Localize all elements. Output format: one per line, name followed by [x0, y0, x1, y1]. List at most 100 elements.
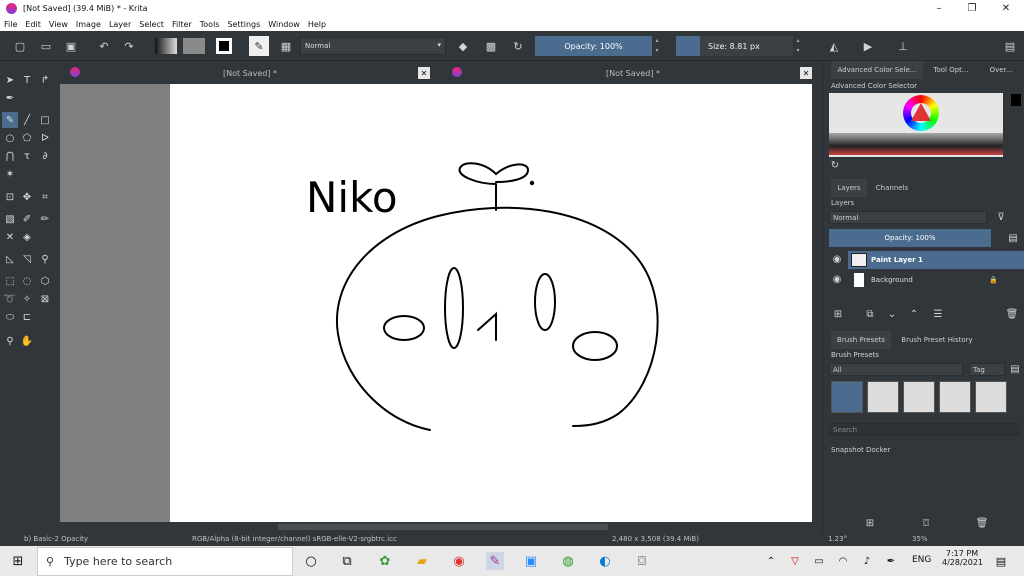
- tab-advanced-color-selector[interactable]: Advanced Color Sele...: [831, 61, 923, 79]
- preset-menu-icon[interactable]: ▤: [1009, 363, 1021, 375]
- menu-image[interactable]: Image: [76, 20, 101, 29]
- tag-select[interactable]: Tag: [969, 363, 1005, 376]
- mirror-vertical-icon[interactable]: ▶: [860, 38, 876, 54]
- color-picker-tool-icon[interactable]: ✐: [19, 211, 35, 227]
- minimize-button[interactable]: –: [922, 0, 956, 17]
- color-shade-strip[interactable]: [829, 133, 1003, 155]
- crop-tool-icon[interactable]: ⊡: [2, 189, 18, 205]
- new-document-icon[interactable]: ▢: [12, 38, 28, 54]
- antivirus-icon[interactable]: ▽: [786, 552, 804, 570]
- freehand-select-tool-icon[interactable]: ➰: [2, 291, 18, 307]
- gradient-swatch[interactable]: [155, 38, 177, 54]
- battery-icon[interactable]: ▭: [810, 552, 828, 570]
- alpha-lock-icon[interactable]: ▩: [483, 38, 499, 54]
- color-selector[interactable]: [829, 93, 1003, 157]
- rectangle-tool-icon[interactable]: □: [37, 112, 53, 128]
- similar-select-tool-icon[interactable]: ⊠: [37, 291, 53, 307]
- brush-preset-3[interactable]: [903, 381, 935, 413]
- tab-brush-presets[interactable]: Brush Presets: [831, 331, 891, 349]
- menu-settings[interactable]: Settings: [227, 20, 260, 29]
- bezier-tool-icon[interactable]: ⋂: [2, 148, 18, 164]
- tab-channels[interactable]: Channels: [871, 179, 913, 197]
- menu-filter[interactable]: Filter: [172, 20, 192, 29]
- brush-preset-2[interactable]: [867, 381, 899, 413]
- lock-icon[interactable]: 🔒: [989, 276, 998, 284]
- chrome-alt-icon[interactable]: ◉: [450, 552, 468, 570]
- camera-app-icon[interactable]: ⌼: [633, 552, 651, 570]
- move-layer-down-icon[interactable]: ⌄: [885, 307, 899, 321]
- layer-properties-icon[interactable]: ☰: [931, 307, 945, 321]
- tab-document-2[interactable]: [Not Saved] *: [468, 63, 798, 83]
- close-tab-2-button[interactable]: ✕: [800, 67, 812, 79]
- delete-snapshot-icon[interactable]: 🗑: [975, 516, 989, 530]
- layer-opacity-slider[interactable]: Opacity: 100%: [829, 229, 991, 247]
- eye-visible-icon[interactable]: ◉: [831, 253, 843, 265]
- zoom-app-icon[interactable]: ▣: [522, 552, 540, 570]
- smart-patch-tool-icon[interactable]: ✕: [2, 229, 18, 245]
- layer-row-background[interactable]: Background 🔒: [848, 271, 1024, 289]
- layer-row-paint-layer-1[interactable]: Paint Layer 1: [848, 251, 1024, 269]
- select-shapes-tool-icon[interactable]: ➤: [2, 72, 18, 88]
- drawing-canvas[interactable]: Niko: [178, 84, 812, 522]
- save-icon[interactable]: ▣: [63, 38, 79, 54]
- task-view-icon[interactable]: ⧉: [338, 552, 356, 570]
- calligraphy-tool-icon[interactable]: ✒: [2, 90, 18, 106]
- polygon-tool-icon[interactable]: ⬠: [19, 130, 35, 146]
- language-indicator[interactable]: ENG: [912, 555, 931, 565]
- assistant-tool-icon[interactable]: ◹: [19, 251, 35, 267]
- redo-icon[interactable]: ↷: [121, 38, 137, 54]
- move-tool-icon[interactable]: ✥: [19, 189, 35, 205]
- rect-select-tool-icon[interactable]: ⬚: [2, 273, 18, 289]
- zoom-tool-icon[interactable]: ⚲: [2, 333, 18, 349]
- tab-overview[interactable]: Over...: [981, 61, 1021, 79]
- menu-layer[interactable]: Layer: [109, 20, 131, 29]
- eye-visible-icon[interactable]: ◉: [831, 273, 843, 285]
- docker-menu-icon[interactable]: ▤: [1002, 38, 1018, 54]
- krita-taskbar-icon[interactable]: ✎: [486, 552, 504, 570]
- color-hue-ring[interactable]: [903, 95, 939, 131]
- wifi-icon[interactable]: ◠: [834, 552, 852, 570]
- reload-preset-icon[interactable]: ↻: [510, 38, 526, 54]
- ellipse-select-tool-icon[interactable]: ◌: [19, 273, 35, 289]
- colorize-mask-tool-icon[interactable]: ✏: [37, 211, 53, 227]
- menu-view[interactable]: View: [49, 20, 68, 29]
- chevron-up-icon[interactable]: ⌃: [762, 552, 780, 570]
- measure-tool-icon[interactable]: ◺: [2, 251, 18, 267]
- freehand-brush-tool-icon[interactable]: ✎: [2, 112, 18, 128]
- menu-window[interactable]: Window: [268, 20, 300, 29]
- add-layer-icon[interactable]: ⊞: [831, 307, 845, 321]
- transform-tool-icon[interactable]: ⌗: [37, 189, 53, 205]
- brush-preset-5[interactable]: [975, 381, 1007, 413]
- cortana-icon[interactable]: ○: [302, 552, 320, 570]
- file-explorer-icon[interactable]: ▰: [413, 552, 431, 570]
- close-tab-1-button[interactable]: ✕: [418, 67, 430, 79]
- move-layer-up-icon[interactable]: ⌃: [907, 307, 921, 321]
- polygon-select-tool-icon[interactable]: ⬡: [37, 273, 53, 289]
- freehand-path-tool-icon[interactable]: τ: [19, 148, 35, 164]
- volume-icon[interactable]: ♪: [858, 552, 876, 570]
- tab-layers[interactable]: Layers: [831, 179, 867, 197]
- layer-options-icon[interactable]: ▤: [1005, 231, 1021, 245]
- canvas-area[interactable]: Niko: [60, 84, 812, 522]
- menu-file[interactable]: File: [4, 20, 17, 29]
- polyline-tool-icon[interactable]: ᐅ: [37, 130, 53, 146]
- refresh-icon[interactable]: ↻: [829, 159, 841, 171]
- duplicate-layer-icon[interactable]: ⧉: [863, 307, 877, 321]
- taskbar-search-box[interactable]: ⚲ Type here to search: [37, 547, 293, 576]
- brush-settings-icon[interactable]: ▦: [278, 38, 294, 54]
- undo-icon[interactable]: ↶: [96, 38, 112, 54]
- pattern-swatch[interactable]: [183, 38, 205, 54]
- bezier-select-tool-icon[interactable]: ⬭: [2, 309, 18, 325]
- add-snapshot-icon[interactable]: ⊞: [863, 516, 877, 530]
- menu-help[interactable]: Help: [308, 20, 326, 29]
- magnetic-select-tool-icon[interactable]: ⊏: [19, 309, 35, 325]
- opacity-slider[interactable]: Opacity: 100%: [535, 36, 652, 56]
- menu-edit[interactable]: Edit: [25, 20, 41, 29]
- menu-select[interactable]: Select: [139, 20, 164, 29]
- reference-tool-icon[interactable]: ⚲: [37, 251, 53, 267]
- tab-tool-options[interactable]: Tool Opt...: [927, 61, 975, 79]
- layer-blend-mode-select[interactable]: Normal: [829, 211, 987, 224]
- blending-mode-select[interactable]: Normal ▾: [300, 37, 446, 55]
- edge-icon[interactable]: ◐: [596, 552, 614, 570]
- chrome-icon[interactable]: ◍: [559, 552, 577, 570]
